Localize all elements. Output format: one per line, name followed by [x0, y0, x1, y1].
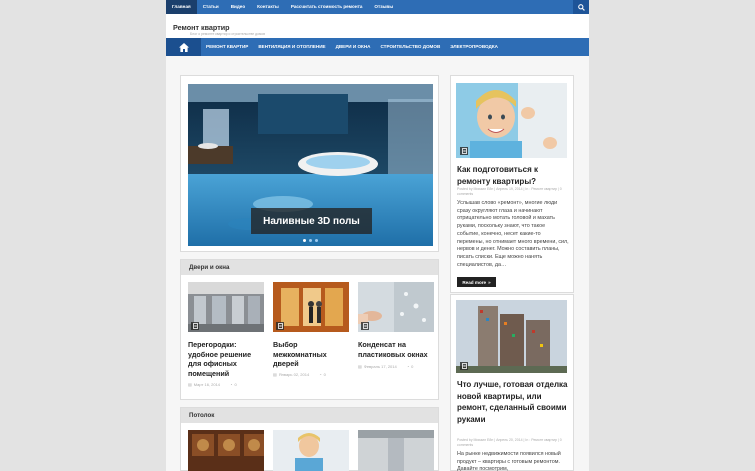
document-icon	[460, 147, 468, 155]
article-date: Январь 02, 2014	[278, 372, 310, 377]
top-bar: Главная Статьи Видео Контакты Рассчитать…	[166, 0, 589, 14]
comment-icon: ◔	[406, 364, 410, 369]
site-header: Ремонт квартир Блог о ремонте квартир и …	[166, 14, 589, 38]
sidebar-post-meta: Posted by Михаил Ейн | Апрель 19, 2014 |…	[457, 187, 562, 196]
article-date: Март 16, 2014	[193, 382, 221, 387]
home-icon	[178, 42, 189, 52]
main-nav-ventilation[interactable]: ВЕНТИЛЯЦИЯ И ОТОПЛЕНИЕ	[253, 38, 330, 56]
sidebar-post-image[interactable]	[456, 300, 567, 373]
article-meta: ▤ Январь 02, 2014 ◔ 0	[273, 372, 326, 377]
sidebar-post-excerpt: Услышав слово «ремонт», многие люди сраз…	[457, 200, 569, 268]
slider-dot[interactable]	[315, 239, 318, 242]
article-title[interactable]: Перегородки: удобное решение для офисных…	[188, 340, 264, 378]
comment-count[interactable]: 0	[324, 372, 326, 377]
article-date: Февраль 17, 2014	[363, 364, 397, 369]
chevron-right-icon: »	[488, 279, 491, 285]
search-icon	[577, 3, 585, 11]
slider-dot[interactable]	[309, 239, 312, 242]
document-icon	[460, 362, 468, 370]
site-description: Блог о ремонте квартир и строительстве д…	[190, 32, 266, 36]
article-card[interactable]: Перегородки: удобное решение для офисных…	[188, 282, 264, 378]
main-nav-doors[interactable]: ДВЕРИ И ОКНА	[331, 38, 376, 56]
section-title[interactable]: Потолок	[181, 408, 438, 423]
article-thumbnail[interactable]	[273, 430, 349, 471]
main-nav: РЕМОНТ КВАРТИР ВЕНТИЛЯЦИЯ И ОТОПЛЕНИЕ ДВ…	[166, 38, 589, 56]
search-button[interactable]	[573, 0, 589, 14]
calendar-icon: ▤	[188, 382, 192, 387]
top-nav: Главная Статьи Видео Контакты Рассчитать…	[166, 0, 589, 14]
comment-count[interactable]: 0	[234, 382, 236, 387]
calendar-icon: ▤	[358, 364, 362, 369]
top-nav-calculate[interactable]: Рассчитать стоимость ремонта	[285, 0, 369, 14]
document-icon	[276, 322, 284, 330]
site-title[interactable]: Ремонт квартир	[173, 23, 230, 32]
article-title[interactable]: Выбор межкомнатных дверей	[273, 340, 349, 369]
document-icon	[191, 322, 199, 330]
article-thumbnail[interactable]	[358, 282, 434, 332]
article-thumbnail[interactable]	[358, 430, 434, 471]
article-thumbnail[interactable]	[273, 282, 349, 332]
top-nav-video[interactable]: Видео	[225, 0, 251, 14]
read-more-label: Read more	[462, 279, 487, 285]
comment-icon: ◔	[319, 372, 322, 377]
main-nav-construction[interactable]: СТРОИТЕЛЬСТВО ДОМОВ	[375, 38, 445, 56]
top-nav-articles[interactable]: Статьи	[197, 0, 225, 14]
sidebar-post-meta: Posted by Михаил Ейн | Апрель 20, 2014 |…	[457, 438, 562, 447]
slider-pagination	[303, 239, 318, 242]
comment-count[interactable]: 0	[411, 364, 413, 369]
document-icon	[361, 322, 369, 330]
sidebar-post-title[interactable]: Что лучше, готовая отделка новой квартир…	[457, 379, 569, 425]
top-nav-contacts[interactable]: Контакты	[251, 0, 285, 14]
sidebar-post-title[interactable]: Как подготовиться к ремонту квартиры?	[457, 164, 569, 187]
top-nav-reviews[interactable]: Отзывы	[368, 0, 399, 14]
section-title[interactable]: Двери и окна	[181, 260, 438, 275]
article-card[interactable]: Выбор межкомнатных дверей	[273, 282, 349, 369]
top-nav-home[interactable]: Главная	[166, 0, 197, 14]
article-thumbnail[interactable]	[188, 430, 264, 471]
read-more-button[interactable]: Read more »	[457, 277, 496, 287]
main-nav-wiring[interactable]: ЭЛЕКТРОПРОВОДКА	[445, 38, 503, 56]
article-meta: ▤ Март 16, 2014 ◔ 0	[188, 382, 237, 387]
main-nav-repair[interactable]: РЕМОНТ КВАРТИР	[201, 38, 253, 56]
sidebar-post-excerpt: На рынке недвижимости появился новый про…	[457, 451, 561, 471]
slider-caption[interactable]: Наливные 3D полы	[251, 208, 372, 234]
comment-icon: ◔	[230, 382, 233, 387]
calendar-icon: ▤	[273, 372, 277, 377]
article-thumbnail[interactable]	[188, 282, 264, 332]
home-button[interactable]	[166, 38, 201, 56]
sidebar-post-image[interactable]	[456, 83, 567, 158]
slider-dot[interactable]	[303, 239, 306, 242]
article-meta: ▤ Февраль 17, 2014 ◔ 0	[358, 364, 413, 369]
article-card[interactable]: Конденсат на пластиковых окнах	[358, 282, 434, 359]
article-title[interactable]: Конденсат на пластиковых окнах	[358, 340, 434, 359]
